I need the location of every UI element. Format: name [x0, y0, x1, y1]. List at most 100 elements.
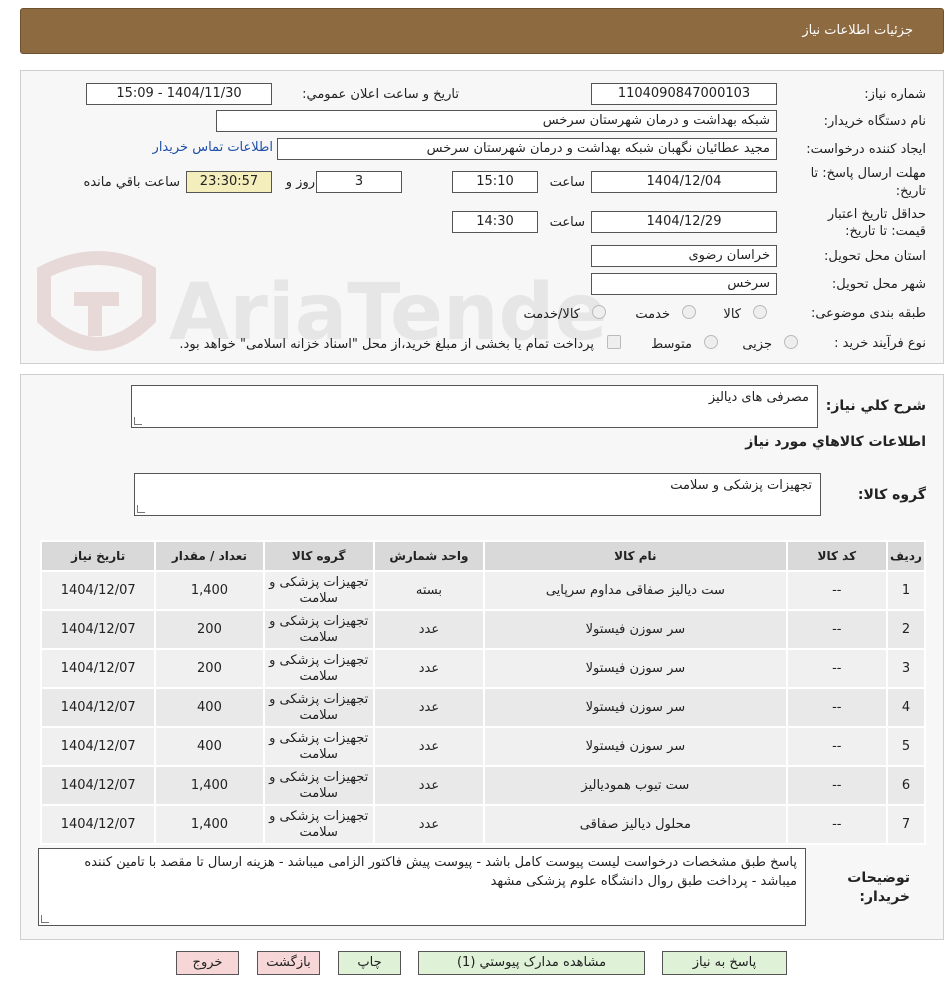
goods-group-textarea[interactable]: تجهیزات پزشکی و سلامت — [134, 473, 821, 516]
cell-item-name: ست دیالیز صفاقی مداوم سرپایی — [483, 570, 788, 611]
table-row: 4 -- سر سوزن فیستولا عدد تجهیزات پزشکی و سلا… — [39, 687, 927, 728]
province-label: استان محل تحویل: — [824, 249, 926, 264]
header-unit: واحد شمارش — [372, 540, 486, 572]
deadline-time-label: ساعت — [549, 175, 585, 190]
resize-grip-icon[interactable] — [41, 915, 49, 923]
remaining-time-field: 23:30:57 — [186, 171, 272, 193]
cell-item-code: -- — [785, 609, 888, 650]
cell-item-name: سر سوزن فیستولا — [483, 648, 788, 689]
cell-unit: عدد — [372, 765, 486, 806]
deadline-label-line2: تاریخ: — [895, 184, 926, 199]
goods-info-title: اطلاعات کالاهاي مورد نیاز — [745, 434, 926, 450]
header-goods-group: گروه کالا — [262, 540, 375, 572]
process-minor-radio[interactable] — [784, 335, 798, 349]
category-goods-label: کالا — [723, 307, 741, 322]
page-header: جزئیات اطلاعات نیاز — [20, 8, 944, 54]
cell-unit: عدد — [372, 804, 486, 845]
province-field: خراسان رضوی — [591, 245, 777, 267]
days-label: روز و — [285, 175, 315, 190]
creator-label: ایجاد کننده درخواست: — [806, 142, 926, 157]
cell-item-name: سر سوزن فیستولا — [483, 609, 788, 650]
notes-label-line1: توضیحات — [847, 870, 910, 886]
cell-quantity: 400 — [154, 726, 265, 767]
goods-group-text: تجهیزات پزشکی و سلامت — [670, 478, 812, 493]
notes-textarea[interactable]: پاسخ طبق مشخصات درخواست لیست پیوست کامل … — [38, 848, 806, 926]
resize-grip-icon[interactable] — [134, 417, 142, 425]
cell-item-name: سر سوزن فیستولا — [483, 687, 788, 728]
cell-need-date: 1404/12/07 — [39, 804, 157, 845]
remaining-time-label: ساعت باقي مانده — [83, 175, 180, 190]
header-quantity: تعداد / مقدار — [154, 540, 265, 572]
cell-quantity: 200 — [154, 609, 265, 650]
cell-goods-group: تجهیزات پزشکی و سلامت — [262, 726, 375, 767]
cell-item-code: -- — [785, 804, 888, 845]
days-remaining-field: 3 — [316, 171, 402, 193]
need-number-field: 1104090847000103 — [591, 83, 777, 105]
reply-button[interactable]: پاسخ به نیاز — [662, 951, 787, 975]
category-service-radio[interactable] — [682, 305, 696, 319]
cell-goods-group: تجهیزات پزشکی و سلامت — [262, 648, 375, 689]
deadline-date-field: 1404/12/04 — [591, 171, 777, 193]
category-goods-service-label: کالا/خدمت — [523, 307, 580, 322]
exit-button[interactable]: خروج — [176, 951, 239, 975]
cell-need-date: 1404/12/07 — [39, 609, 157, 650]
page-title: جزئیات اطلاعات نیاز — [802, 23, 913, 38]
summary-label: شرح کلي نیاز: — [825, 398, 926, 414]
validity-label-line1: حداقل تاریخ اعتبار — [827, 207, 926, 222]
city-field: سرخس — [591, 273, 777, 295]
cell-need-date: 1404/12/07 — [39, 570, 157, 611]
cell-goods-group: تجهیزات پزشکی و سلامت — [262, 687, 375, 728]
cell-unit: عدد — [372, 648, 486, 689]
summary-text: مصرفی های دیالیز — [708, 390, 809, 405]
header-item-name: نام کالا — [483, 540, 788, 572]
announce-datetime-label: تاریخ و ساعت اعلان عمومي: — [302, 87, 459, 102]
header-item-code: کد کالا — [785, 540, 888, 572]
process-minor-label: جزیی — [742, 337, 772, 352]
process-medium-radio[interactable] — [704, 335, 718, 349]
cell-item-code: -- — [785, 765, 888, 806]
table-row: 7 -- محلول دیالیز صفاقی عدد تجهیزات پزشکی و … — [39, 804, 927, 845]
treasury-payment-checkbox[interactable] — [607, 335, 621, 349]
need-number-label: شماره نیاز: — [864, 87, 926, 102]
goods-group-label: گروه کالا: — [857, 487, 926, 503]
table-row: 1 -- ست دیالیز صفاقی مداوم سرپایی بسته تجهیز… — [39, 570, 927, 611]
print-button[interactable]: چاپ — [338, 951, 401, 975]
table-header-row: ردیف کد کالا نام کالا واحد شمارش گروه کا… — [39, 540, 927, 572]
cell-need-date: 1404/12/07 — [39, 687, 157, 728]
validity-time-label: ساعت — [549, 215, 585, 230]
cell-item-code: -- — [785, 570, 888, 611]
back-button[interactable]: بازگشت — [257, 951, 320, 975]
header-need-date: تاریخ نیاز — [39, 540, 157, 572]
goods-table: ردیف کد کالا نام کالا واحد شمارش گروه کا… — [39, 540, 927, 845]
cell-row-number: 2 — [885, 609, 927, 650]
cell-unit: بسته — [372, 570, 486, 611]
cell-item-name: محلول دیالیز صفاقی — [483, 804, 788, 845]
category-goods-service-radio[interactable] — [592, 305, 606, 319]
cell-unit: عدد — [372, 687, 486, 728]
resize-grip-icon[interactable] — [137, 505, 145, 513]
table-row: 3 -- سر سوزن فیستولا عدد تجهیزات پزشکی و سلا… — [39, 648, 927, 689]
buyer-org-field: شبکه بهداشت و درمان شهرستان سرخس — [216, 110, 777, 132]
table-row: 5 -- سر سوزن فیستولا عدد تجهیزات پزشکی و سلا… — [39, 726, 927, 767]
buyer-contact-link[interactable]: اطلاعات تماس خریدار — [153, 140, 273, 155]
cell-goods-group: تجهیزات پزشکی و سلامت — [262, 570, 375, 611]
cell-quantity: 1,400 — [154, 570, 265, 611]
cell-row-number: 6 — [885, 765, 927, 806]
cell-quantity: 1,400 — [154, 804, 265, 845]
category-label: طبقه بندی موضوعی: — [810, 306, 926, 321]
cell-item-name: ست تیوب همودیالیز — [483, 765, 788, 806]
validity-label-line2: قیمت: تا تاریخ: — [845, 224, 926, 239]
cell-item-code: -- — [785, 648, 888, 689]
cell-row-number: 7 — [885, 804, 927, 845]
cell-quantity: 400 — [154, 687, 265, 728]
category-goods-radio[interactable] — [753, 305, 767, 319]
view-attachments-button[interactable]: مشاهده مدارک پیوستي (1) — [418, 951, 645, 975]
deadline-label-line1: مهلت ارسال پاسخ: تا — [810, 166, 926, 181]
process-type-label: نوع فرآیند خرید : — [834, 336, 926, 351]
cell-quantity: 1,400 — [154, 765, 265, 806]
table-row: 6 -- ست تیوب همودیالیز عدد تجهیزات پزشکی و س… — [39, 765, 927, 806]
summary-textarea[interactable]: مصرفی های دیالیز — [131, 385, 818, 428]
cell-goods-group: تجهیزات پزشکی و سلامت — [262, 609, 375, 650]
creator-field: مجید عطائیان نگهبان شبکه بهداشت و درمان … — [277, 138, 777, 160]
cell-row-number: 3 — [885, 648, 927, 689]
